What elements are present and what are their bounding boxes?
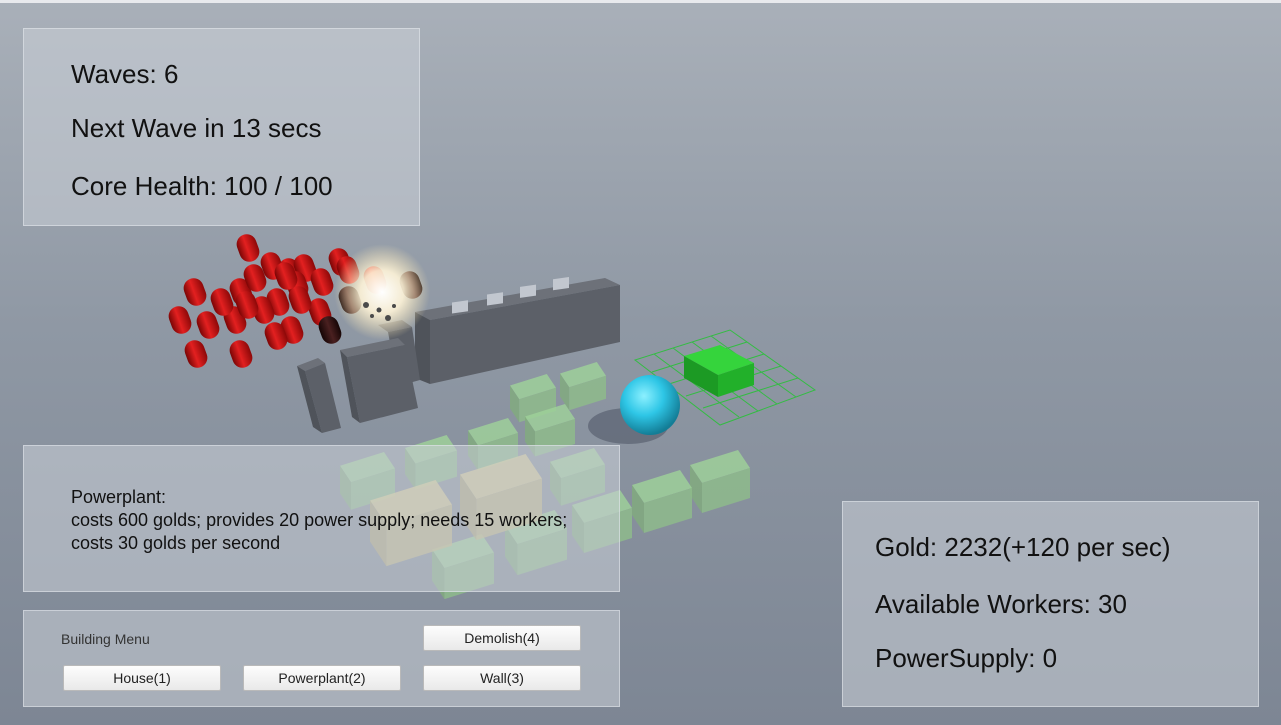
core-sphere [620,375,680,435]
wall-button[interactable]: Wall(3) [423,665,581,691]
enemy-unit [183,278,207,306]
building-info-description: costs 600 golds; provides 20 power suppl… [71,510,568,553]
power-supply: PowerSupply: 0 [875,643,1058,673]
resources-panel: Gold: 2232(+120 per sec) Available Worke… [842,501,1259,707]
placement-preview-block [684,345,754,397]
explosion-flash [334,244,430,340]
demolish-button[interactable]: Demolish(4) [423,625,581,651]
building-menu-panel: Building Menu Demolish(4) House(1) Power… [23,610,620,707]
enemy-unit [229,340,253,368]
core-health: Core Health: 100 / 100 [71,171,333,201]
gold-amount: Gold: 2232(+120 per sec) [875,532,1171,562]
building-info-title: Powerplant: [71,487,167,507]
building-info-panel: Powerplant: costs 600 golds; provides 20… [23,445,620,592]
enemy-unit [184,340,208,368]
available-workers: Available Workers: 30 [875,589,1127,619]
enemy-unit [236,234,260,262]
house-block [632,470,692,533]
house-block [690,450,750,513]
enemy-unit [168,306,192,334]
next-wave-timer: Next Wave in 13 secs [71,113,322,143]
powerplant-button[interactable]: Powerplant(2) [243,665,401,691]
building-menu-title: Building Menu [61,631,150,647]
house-block [560,362,606,411]
house-button[interactable]: House(1) [63,665,221,691]
status-panel: Waves: 6 Next Wave in 13 secs Core Healt… [23,28,420,226]
waves-count: Waves: 6 [71,59,179,89]
